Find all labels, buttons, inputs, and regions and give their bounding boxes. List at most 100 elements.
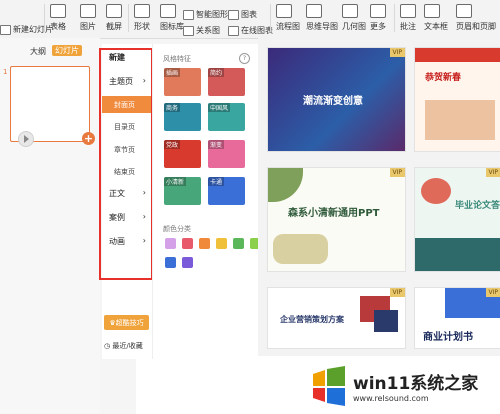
style-tile-label: 中国风 (208, 103, 231, 112)
template-card[interactable]: 恭贺新春 (414, 47, 500, 152)
style-tile[interactable]: 插画 (164, 68, 201, 96)
menu-new[interactable]: 新建 (102, 52, 152, 63)
more-icon (370, 4, 386, 18)
chevron-right-icon: › (142, 236, 146, 245)
style-tile-label: 插画 (164, 68, 181, 77)
illustration (421, 178, 451, 204)
style-tile-label: 简约 (208, 68, 225, 77)
ribbon-toolbar: 新建幻灯片 表格 图片 截屏 形状 图标库 智能图形 关系图 图表 在线图表 流… (0, 0, 500, 39)
style-tile[interactable]: 党政 (164, 140, 201, 168)
comment-button[interactable]: 批注 (400, 0, 416, 38)
geometry-icon (342, 4, 358, 18)
header-footer-button[interactable]: 页眉和页脚 (456, 0, 496, 38)
flowchart-icon (276, 4, 292, 18)
watermark-url: www.relsound.com (353, 394, 429, 403)
divider (270, 4, 271, 32)
menu-animation[interactable]: 动画 › (102, 236, 152, 247)
wave-decoration (415, 238, 500, 271)
style-section-title: 风格特征 (163, 55, 191, 63)
template-card[interactable]: 商业计划书 VIP (414, 287, 500, 349)
screenshot-button[interactable]: 截屏 (106, 0, 122, 38)
vip-badge: VIP (389, 48, 405, 57)
style-tile[interactable]: 卡通 (208, 177, 245, 205)
help-icon[interactable]: ? (239, 53, 250, 64)
mindmap-button[interactable]: 思维导图 (306, 0, 338, 38)
online-chart-icon (228, 25, 239, 36)
menu-ending-page[interactable]: 结束页 (102, 167, 152, 177)
icon-library-icon (160, 4, 176, 18)
style-tile[interactable]: 简约 (208, 68, 245, 96)
color-swatch[interactable] (233, 238, 244, 249)
recent-favorites-button[interactable]: ◷ 最近/收藏 (104, 341, 143, 351)
menu-chapter-page[interactable]: 章节页 (102, 145, 152, 155)
add-slide-button[interactable]: + (82, 132, 95, 145)
icon-library-button[interactable]: 图标库 (160, 0, 184, 38)
more-button[interactable]: 更多 (370, 0, 386, 38)
color-swatch[interactable] (182, 257, 193, 268)
style-tile-label: 小清新 (164, 177, 187, 186)
leaf-decoration (268, 168, 303, 202)
vip-badge: VIP (485, 168, 500, 177)
flowchart-button[interactable]: 流程图 (276, 0, 300, 38)
divider (128, 4, 129, 32)
illustration (425, 100, 495, 140)
super-tips-button[interactable]: ♛ 超酷技巧 (104, 315, 149, 330)
chevron-right-icon: › (142, 188, 146, 197)
color-swatch[interactable] (165, 238, 176, 249)
mindmap-icon (306, 4, 322, 18)
relation-chart-button[interactable]: 关系图 (183, 25, 220, 36)
template-card[interactable]: 潮流渐变创意 VIP (267, 47, 406, 152)
tab-slides[interactable]: 幻灯片 (52, 45, 82, 56)
chart-button[interactable]: 图表 (228, 9, 257, 20)
style-tile-label: 渐变 (208, 140, 225, 149)
picture-icon (80, 4, 96, 18)
style-tile[interactable]: 商务 (164, 103, 201, 131)
color-swatch[interactable] (165, 257, 176, 268)
menu-body[interactable]: 正文 › (102, 188, 152, 199)
slide-number: 1 (3, 68, 8, 76)
cover-block (374, 310, 398, 332)
windows-logo-icon (311, 366, 349, 406)
style-tile[interactable]: 中国风 (208, 103, 245, 131)
style-tile-label: 卡通 (208, 177, 225, 186)
vip-badge: VIP (485, 288, 500, 297)
color-swatch[interactable] (216, 238, 227, 249)
shape-icon (134, 4, 150, 18)
header-footer-icon (456, 4, 472, 18)
chart-icon (228, 9, 239, 20)
smart-shape-button[interactable]: 智能图形 (183, 9, 228, 20)
template-card[interactable]: 企业营销策划方案 VIP (267, 287, 406, 349)
style-tile-label: 商务 (164, 103, 181, 112)
shape-button[interactable]: 形状 (134, 0, 150, 38)
table-button[interactable]: 表格 (50, 0, 66, 38)
template-card[interactable]: 森系小清新通用PPT VIP (267, 167, 406, 272)
online-chart-button[interactable]: 在线图表 (228, 25, 273, 36)
color-section-title: 颜色分类 (163, 225, 191, 233)
style-tile[interactable]: 小清新 (164, 177, 201, 205)
watermark: win11系统之家 www.relsound.com (311, 366, 478, 406)
color-swatch[interactable] (182, 238, 193, 249)
style-tile-label: 党政 (164, 140, 181, 149)
color-swatch[interactable] (199, 238, 210, 249)
vip-badge: VIP (389, 168, 405, 177)
leaf-decoration (273, 234, 328, 264)
new-slide-icon (0, 24, 11, 35)
menu-theme-page[interactable]: 主题页 › (102, 76, 152, 87)
menu-case[interactable]: 案例 › (102, 212, 152, 223)
menu-toc-page[interactable]: 目录页 (102, 122, 152, 132)
style-tile[interactable]: 渐变 (208, 140, 245, 168)
comment-icon (400, 4, 416, 18)
menu-cover-page[interactable]: 封面页 (102, 96, 152, 113)
banner-stripe (415, 48, 500, 62)
vip-badge: VIP (389, 288, 405, 297)
new-slide-button[interactable]: 新建幻灯片 (0, 24, 53, 35)
play-icon[interactable] (18, 131, 34, 147)
textbox-button[interactable]: 文本框 (424, 0, 448, 38)
geometry-button[interactable]: 几何图 (342, 0, 366, 38)
smart-shape-icon (183, 9, 194, 20)
template-card[interactable]: 毕业论文答辩 VIP (414, 167, 500, 272)
picture-button[interactable]: 图片 (80, 0, 96, 38)
chevron-right-icon: › (142, 212, 146, 221)
watermark-text: win11系统之家 (353, 374, 479, 394)
tab-outline[interactable]: 大纲 (30, 46, 46, 57)
